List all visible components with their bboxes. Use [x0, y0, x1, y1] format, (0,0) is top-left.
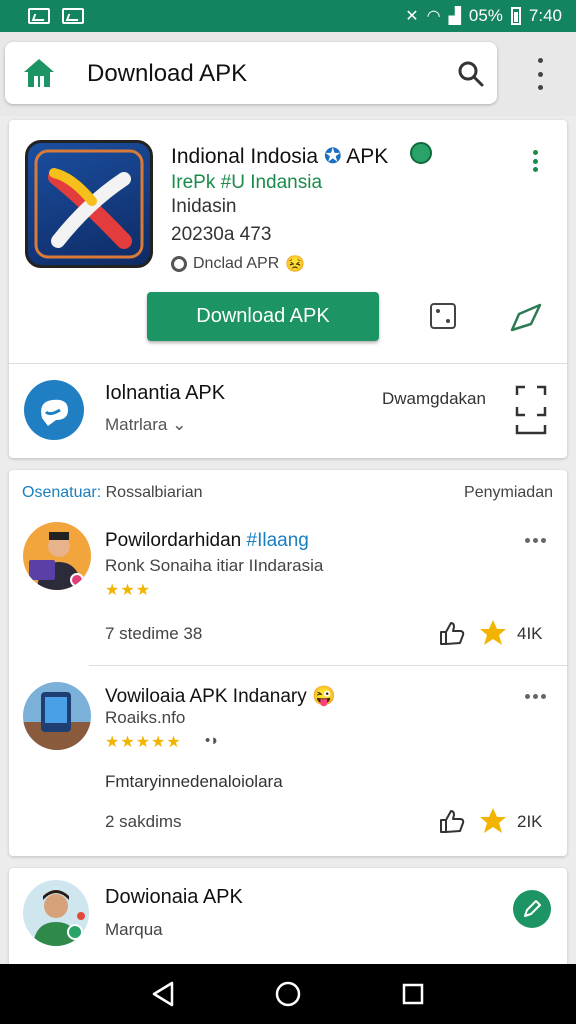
search-bar[interactable]: Download APK — [5, 42, 497, 104]
mute-icon: ✕ — [405, 8, 419, 25]
dice-icon[interactable] — [429, 302, 457, 330]
app-title: Indional Indosia ✪ APK — [171, 145, 389, 168]
reviews-card: Osenatuar: Rossalbiarian Penymiadan Powi… — [9, 470, 567, 856]
status-left — [28, 8, 84, 24]
signal-icon: ▟ — [448, 8, 461, 25]
home-button[interactable] — [274, 980, 302, 1008]
reviewer-name: Powilordarhidan #Ilaang — [105, 530, 309, 551]
app-category: Inidasin — [171, 196, 237, 217]
reviewer-avatar — [23, 682, 91, 750]
verified-badge-icon — [410, 142, 432, 164]
reviews-filter[interactable]: Penymiadan — [464, 484, 553, 502]
review-stars: ★★★ — [105, 582, 152, 599]
review-stars: ★★★★★ — [105, 734, 182, 751]
back-icon — [152, 981, 173, 1007]
app-icon — [25, 140, 153, 268]
clock: 7:40 — [528, 6, 562, 25]
share-icon[interactable] — [509, 302, 543, 332]
review-item: Vowiloaia APK Indanary 😜 Roaiks.nfo ★★★★… — [9, 666, 567, 856]
thumb-up-icon[interactable] — [439, 808, 465, 834]
bottom-app-subtitle: Marqua — [105, 920, 163, 939]
app-size-row: Dnclad APR 😣 — [171, 254, 305, 274]
recents-button[interactable] — [399, 980, 427, 1008]
app-bar: Download APK — [0, 32, 576, 116]
related-app-row[interactable]: Iolnantia APK Matrlara ⌄ Dwamgdakan — [9, 365, 567, 458]
status-right: ✕ ◠ ▟ 05% 7:40 — [405, 6, 562, 26]
size-icon — [171, 256, 187, 272]
reviewer-subtitle: Ronk Sonaiha itiar IIndarasia — [105, 556, 324, 575]
app-detail-card: Indional Indosia ✪ APK IrePk #U Indansia… — [9, 120, 567, 458]
reviews-header: Osenatuar: Rossalbiarian — [22, 484, 203, 501]
review-time: 7 stedime 38 — [105, 624, 203, 643]
overflow-menu-icon[interactable] — [530, 58, 550, 90]
back-button[interactable] — [149, 980, 177, 1008]
bottom-action-button[interactable] — [513, 890, 551, 928]
wifi-icon: ◠ — [426, 8, 441, 25]
bottom-app-title: Dowionaia APK — [105, 886, 243, 908]
home-circle-icon — [275, 981, 301, 1007]
bottom-app-card[interactable]: Dowionaia APK Marqua — [9, 868, 567, 968]
emoji-icon: 😣 — [285, 256, 306, 273]
review-more-icon[interactable] — [525, 694, 547, 708]
notification-icon — [28, 8, 50, 24]
review-tag-icon: •◗ — [205, 732, 220, 749]
review-text: Fmtaryinnedenaloiolara — [105, 772, 283, 791]
app-version: 20230a 473 — [171, 224, 272, 245]
app-bar-title: Download APK — [87, 60, 248, 87]
review-like-count: 2IK — [517, 812, 543, 831]
star-icon[interactable] — [478, 618, 508, 648]
divider — [9, 363, 567, 364]
reviewer-avatar — [23, 522, 91, 590]
star-icon[interactable] — [478, 806, 508, 836]
recents-icon — [403, 983, 424, 1005]
notification-icon-2 — [62, 8, 84, 24]
home-icon[interactable] — [21, 56, 57, 90]
download-button[interactable]: Download APK — [147, 292, 379, 341]
related-app-title: Iolnantia APK — [105, 382, 226, 404]
developer-link[interactable]: IrePk #U Indansia — [171, 172, 322, 194]
app-more-icon[interactable] — [531, 150, 539, 172]
expand-icon[interactable] — [515, 385, 547, 437]
app-logo-icon — [34, 149, 144, 259]
app-size: Dnclad APR — [193, 255, 280, 272]
related-app-meta[interactable]: Matrlara ⌄ — [105, 415, 186, 435]
reviewer-name: Vowiloaia APK Indanary 😜 — [105, 686, 336, 707]
bottom-app-avatar — [23, 880, 89, 946]
related-app-icon — [24, 380, 84, 440]
review-more-icon[interactable] — [525, 538, 547, 552]
review-like-count: 4IK — [517, 624, 543, 643]
system-nav-bar — [0, 964, 576, 1024]
search-icon[interactable] — [457, 60, 485, 88]
status-bar: ✕ ◠ ▟ 05% 7:40 — [0, 0, 576, 32]
edit-icon — [524, 900, 541, 917]
thumb-up-icon[interactable] — [439, 620, 465, 646]
review-time: 2 sakdims — [105, 812, 182, 831]
related-app-action[interactable]: Dwamgdakan — [382, 389, 486, 409]
battery-percent: 05% — [468, 6, 503, 25]
battery-icon — [510, 7, 521, 25]
reviewer-subtitle: Roaiks.nfo — [105, 708, 186, 727]
